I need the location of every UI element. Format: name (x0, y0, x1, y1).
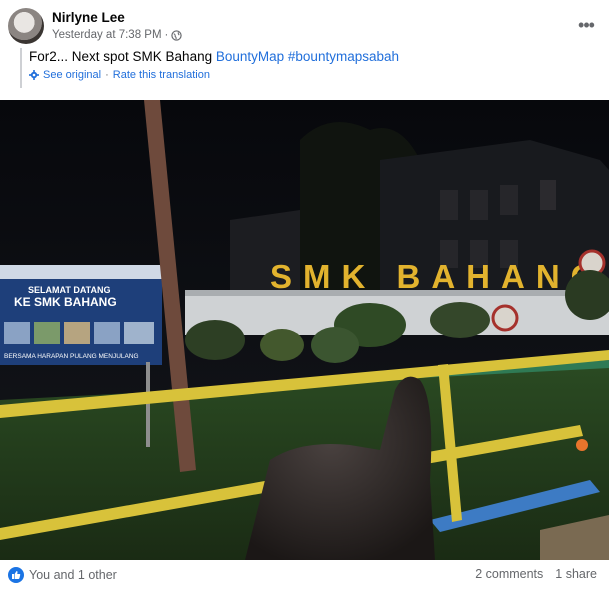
reactions-text[interactable]: You and 1 other (29, 568, 117, 582)
rate-translation-link[interactable]: Rate this translation (113, 69, 210, 81)
more-options-button[interactable]: ••• (575, 14, 597, 36)
reactions-summary[interactable]: You and 1 other (8, 567, 117, 583)
like-icon (8, 567, 24, 583)
author-name[interactable]: Nirlyne Lee (52, 10, 125, 25)
globe-icon[interactable] (171, 29, 183, 41)
post-text-main: For2... Next spot SMK Bahang (29, 49, 216, 64)
school-sign-text: SMK BAHANG (270, 258, 607, 295)
post-card: Nirlyne Lee Yesterday at 7:38 PM · ••• F… (0, 0, 609, 595)
banner-footer: BERSAMA HARAPAN PULANG MENJULANG (4, 353, 139, 360)
see-original-link[interactable]: See original (43, 69, 101, 81)
post-body: For2... Next spot SMK Bahang BountyMap #… (20, 48, 399, 88)
shares-count[interactable]: 1 share (555, 567, 597, 581)
post-text: For2... Next spot SMK Bahang BountyMap #… (29, 48, 399, 66)
engagement-counts: 2 comments 1 share (475, 567, 597, 581)
post-footer: You and 1 other 2 comments 1 share (0, 562, 609, 590)
banner-line2: KE SMK BAHANG (14, 295, 117, 309)
bountymap-link[interactable]: BountyMap (216, 49, 284, 64)
separator: · (105, 69, 109, 81)
post-photo[interactable]: SMK BAHANG SELAMAT DATANG KE SMK BAHANG … (0, 100, 609, 560)
post-meta: Yesterday at 7:38 PM · (52, 29, 183, 41)
gear-icon (29, 70, 39, 80)
timestamp[interactable]: Yesterday at 7:38 PM (52, 29, 162, 41)
comments-count[interactable]: 2 comments (475, 567, 543, 581)
translation-bar: See original · Rate this translation (29, 69, 399, 81)
avatar[interactable] (8, 8, 44, 44)
hashtag-link[interactable]: #bountymapsabah (288, 49, 399, 64)
banner-line1: SELAMAT DATANG (28, 285, 111, 295)
more-options-icon: ••• (578, 14, 595, 35)
